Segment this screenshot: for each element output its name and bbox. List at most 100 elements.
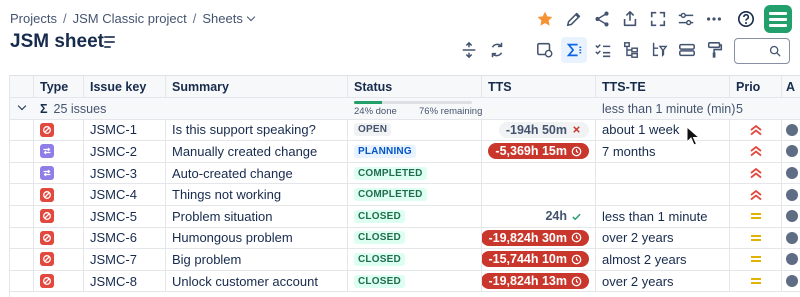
table-row[interactable]: JSMC-2 Manually created change PLANNING -5,… xyxy=(10,141,800,163)
row-handle[interactable] xyxy=(10,119,34,141)
tts-te-cell[interactable]: less than 1 minute xyxy=(596,205,730,227)
type-cell[interactable] xyxy=(34,162,84,184)
breadcrumb-projects[interactable]: Projects xyxy=(10,11,57,26)
type-cell[interactable] xyxy=(34,205,84,227)
tts-te-cell[interactable] xyxy=(596,162,730,184)
prio-cell[interactable] xyxy=(730,162,782,184)
assignee-cell[interactable] xyxy=(782,120,800,141)
star-icon[interactable] xyxy=(534,8,556,30)
prio-cell[interactable] xyxy=(730,184,782,205)
tts-cell[interactable]: -19,824h 13m xyxy=(482,270,596,292)
status-cell[interactable]: COMPLETED xyxy=(348,162,482,184)
summary-cell[interactable]: Unlock customer account xyxy=(166,270,348,292)
column-header-status[interactable]: Status xyxy=(348,76,482,97)
row-handle[interactable] xyxy=(10,227,34,249)
settings-sliders-icon[interactable] xyxy=(675,8,697,30)
assignee-cell[interactable] xyxy=(782,184,800,205)
prio-cell[interactable] xyxy=(730,227,782,249)
status-cell[interactable]: CLOSED xyxy=(348,270,482,292)
issue-key-cell[interactable]: JSMC-4 xyxy=(84,184,166,205)
status-cell[interactable]: OPEN xyxy=(348,119,482,141)
filter-hierarchy-icon[interactable] xyxy=(646,37,672,63)
row-handle[interactable] xyxy=(10,141,34,162)
type-cell[interactable] xyxy=(34,119,84,141)
summary-cell[interactable]: Manually created change xyxy=(166,141,348,162)
status-cell[interactable]: CLOSED xyxy=(348,249,482,270)
issue-key-cell[interactable]: JSMC-5 xyxy=(84,205,166,227)
tts-te-cell[interactable]: about 1 week xyxy=(596,119,730,141)
tts-cell[interactable]: -194h 50m xyxy=(482,119,596,141)
type-cell[interactable] xyxy=(34,249,84,270)
help-icon[interactable] xyxy=(735,8,757,30)
hierarchy-icon[interactable] xyxy=(618,37,644,63)
summary-cell[interactable]: Things not working xyxy=(166,184,348,205)
tts-te-cell[interactable] xyxy=(596,184,730,205)
status-cell[interactable]: CLOSED xyxy=(348,227,482,249)
breadcrumb-project[interactable]: JSM Classic project xyxy=(73,11,187,26)
issue-key-cell[interactable]: JSMC-7 xyxy=(84,249,166,270)
row-handle[interactable] xyxy=(10,184,34,205)
assignee-cell[interactable] xyxy=(782,141,800,162)
table-row[interactable]: JSMC-3 Auto-created change COMPLETED xyxy=(10,162,800,185)
issue-key-cell[interactable]: JSMC-8 xyxy=(84,270,166,292)
table-row[interactable]: JSMC-1 Is this support speaking? OPEN -194h… xyxy=(10,119,800,142)
app-logo[interactable] xyxy=(764,5,792,33)
tts-cell[interactable] xyxy=(482,184,596,205)
prio-cell[interactable] xyxy=(730,249,782,270)
assignee-cell[interactable] xyxy=(782,228,800,249)
status-cell[interactable]: CLOSED xyxy=(348,205,482,227)
search-input[interactable] xyxy=(734,38,790,64)
checklist-icon[interactable] xyxy=(590,37,616,63)
pencil-icon[interactable] xyxy=(563,8,585,30)
table-row[interactable]: JSMC-8 Unlock customer account CLOSED -19,8… xyxy=(10,270,800,293)
issue-key-cell[interactable]: JSMC-6 xyxy=(84,227,166,249)
issue-key-cell[interactable]: JSMC-1 xyxy=(84,119,166,141)
row-handle[interactable] xyxy=(10,162,34,184)
format-painter-icon[interactable] xyxy=(702,37,728,63)
summary-cell[interactable]: Problem situation xyxy=(166,205,348,227)
assignee-cell[interactable] xyxy=(782,163,800,184)
table-row[interactable]: JSMC-5 Problem situation CLOSED 24h less tha… xyxy=(10,205,800,228)
column-header-summary[interactable]: Summary xyxy=(166,76,348,97)
issue-key-cell[interactable]: JSMC-2 xyxy=(84,141,166,162)
more-icon[interactable] xyxy=(703,8,725,30)
view-settings-icon[interactable] xyxy=(532,37,558,63)
tts-cell[interactable] xyxy=(482,162,596,184)
issue-key-cell[interactable]: JSMC-3 xyxy=(84,162,166,184)
table-row[interactable]: JSMC-7 Big problem CLOSED -15,744h 10m almos… xyxy=(10,249,800,271)
stack-icon[interactable] xyxy=(674,37,700,63)
tts-te-cell[interactable]: almost 2 years xyxy=(596,249,730,270)
column-header-issue-key[interactable]: Issue key xyxy=(84,76,166,97)
type-cell[interactable] xyxy=(34,270,84,292)
type-cell[interactable] xyxy=(34,184,84,205)
tts-cell[interactable]: -19,824h 30m xyxy=(482,227,596,249)
tts-te-cell[interactable]: over 2 years xyxy=(596,270,730,292)
breadcrumb-sheets[interactable]: Sheets xyxy=(202,11,256,26)
assignee-cell[interactable] xyxy=(782,271,800,292)
summary-cell[interactable]: Big problem xyxy=(166,249,348,270)
fullscreen-icon[interactable] xyxy=(647,8,669,30)
table-row[interactable]: JSMC-6 Humongous problem CLOSED -19,824h 30… xyxy=(10,227,800,250)
status-cell[interactable]: PLANNING xyxy=(348,141,482,162)
tts-te-cell[interactable]: 7 months xyxy=(596,141,730,162)
column-header-tts[interactable]: TTS xyxy=(482,76,596,97)
share-icon[interactable] xyxy=(591,8,613,30)
column-header-tts-te[interactable]: TTS-TE xyxy=(596,76,730,97)
tts-cell[interactable]: -15,744h 10m xyxy=(482,249,596,270)
row-handle[interactable] xyxy=(10,205,34,227)
column-header-type[interactable]: Type xyxy=(34,76,84,97)
row-height-icon[interactable] xyxy=(456,37,482,63)
assignee-cell[interactable] xyxy=(782,249,800,270)
tts-te-cell[interactable]: over 2 years xyxy=(596,227,730,249)
table-row[interactable]: JSMC-4 Things not working COMPLETED xyxy=(10,184,800,206)
summary-cell[interactable]: Is this support speaking? xyxy=(166,119,348,141)
prio-cell[interactable] xyxy=(730,205,782,227)
group-toggle[interactable] xyxy=(10,98,34,119)
row-handle[interactable] xyxy=(10,249,34,270)
row-handle[interactable] xyxy=(10,270,34,292)
summary-cell[interactable]: Humongous problem xyxy=(166,227,348,249)
assignee-cell[interactable] xyxy=(782,206,800,227)
summary-cell[interactable]: Auto-created change xyxy=(166,162,348,184)
tts-cell[interactable]: -5,369h 15m xyxy=(482,141,596,162)
sheet-menu-icon[interactable] xyxy=(104,36,118,48)
